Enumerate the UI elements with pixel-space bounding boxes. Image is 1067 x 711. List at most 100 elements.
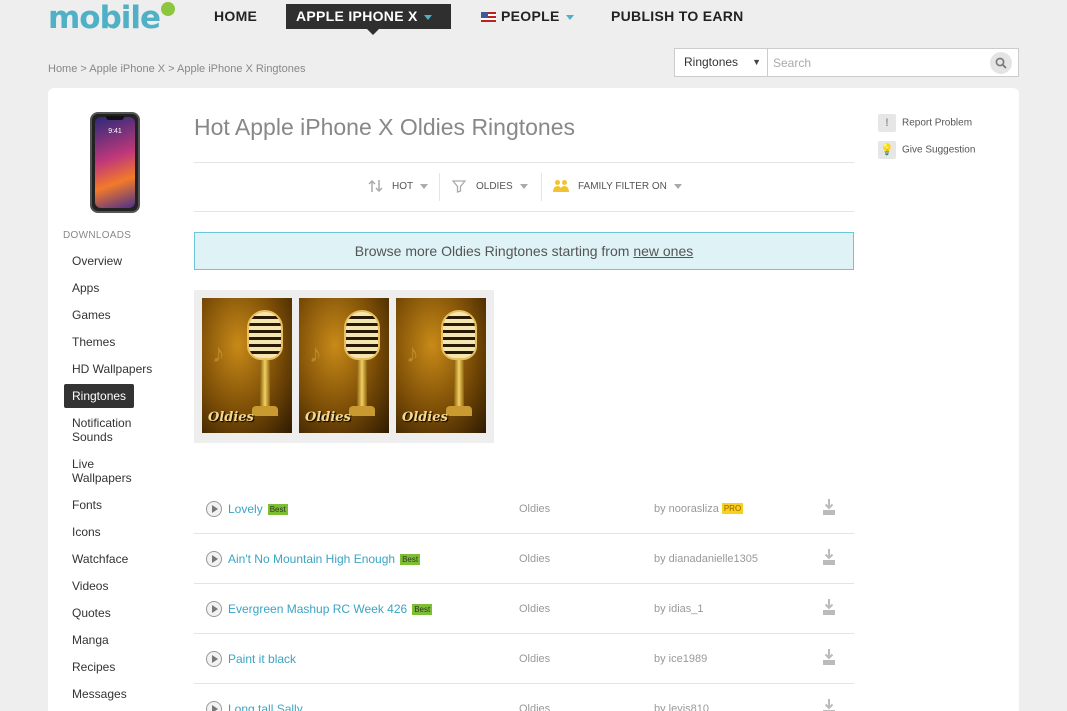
category-filter-label: OLDIES (476, 181, 513, 192)
oldies-thumbnail[interactable]: ♪ Oldies (202, 298, 292, 433)
download-icon[interactable] (822, 548, 836, 566)
sidebar-item-notification-sounds[interactable]: Notification Sounds (64, 416, 154, 444)
ringtone-category[interactable]: Oldies (519, 653, 550, 665)
ringtone-author[interactable]: by dianadanielle1305 (654, 553, 758, 565)
funnel-icon (451, 180, 467, 194)
play-icon[interactable] (206, 601, 222, 617)
active-indicator (367, 29, 379, 35)
sidebar-item-games[interactable]: Games (64, 308, 111, 322)
ringtone-author[interactable]: by levis810 (654, 703, 709, 711)
sort-filter-label: HOT (392, 181, 414, 192)
family-filter-label: FAMILY FILTER ON (578, 181, 667, 192)
page-title: Hot Apple iPhone X Oldies Ringtones (194, 114, 576, 140)
ringtone-row: Evergreen Mashup RC Week 426 Best Oldies … (194, 584, 854, 634)
sort-filter[interactable]: HOT (368, 169, 429, 205)
microphone-icon (344, 310, 380, 360)
ringtone-row: Paint it black Oldies by ice1989 (194, 634, 854, 684)
featured-thumbnails: ♪ Oldies ♪ Oldies ♪ Oldies (194, 290, 494, 443)
ringtone-title-link[interactable]: Lovely Best (228, 502, 288, 516)
sidebar-item-icons[interactable]: Icons (64, 525, 101, 539)
sidebar-item-apps[interactable]: Apps (64, 281, 99, 295)
sidebar-item-fonts[interactable]: Fonts (64, 498, 102, 512)
ringtone-author[interactable]: by ice1989 (654, 653, 707, 665)
sidebar-item-overview[interactable]: Overview (64, 254, 122, 268)
ringtone-list: Lovely Best Oldies by noorasliza PRO Ain't… (194, 484, 854, 711)
play-icon[interactable] (206, 501, 222, 517)
report-problem-button[interactable]: ! Report Problem (878, 114, 972, 132)
nav-publish-to-earn[interactable]: PUBLISH TO EARN (611, 4, 744, 29)
nav-device-dropdown[interactable]: APPLE IPHONE X (286, 4, 451, 35)
chevron-down-icon (420, 183, 429, 189)
thumbnail-label: Oldies (208, 410, 254, 425)
ringtone-title-link[interactable]: Ain't No Mountain High Enough Best (228, 552, 421, 566)
sidebar-item-ringtones[interactable]: Ringtones (64, 384, 135, 408)
ringtone-title-link[interactable]: Paint it black (228, 652, 296, 666)
main-panel: 9:41 DOWNLOADS Overview Apps Games Theme… (48, 88, 1019, 711)
family-icon (553, 180, 569, 193)
ringtone-row: Ain't No Mountain High Enough Best Oldies… (194, 534, 854, 584)
oldies-thumbnail[interactable]: ♪ Oldies (396, 298, 486, 433)
oldies-thumbnail[interactable]: ♪ Oldies (299, 298, 389, 433)
search-category-select[interactable]: Ringtones ▼ (675, 49, 768, 76)
device-screen-time: 9:41 (108, 128, 122, 135)
ringtone-row: Long tall Sally Oldies by levis810 (194, 684, 854, 711)
microphone-icon (247, 310, 283, 360)
download-icon[interactable] (822, 698, 836, 711)
sidebar-item-live-wallpapers[interactable]: Live Wallpapers (64, 457, 144, 485)
divider (194, 211, 854, 212)
give-suggestion-label: Give Suggestion (902, 144, 976, 156)
ringtone-author[interactable]: by noorasliza PRO (654, 503, 744, 515)
sidebar-item-quotes[interactable]: Quotes (64, 606, 111, 620)
nav-people-label: PEOPLE (501, 8, 560, 24)
select-arrow-icon: ▼ (752, 57, 761, 67)
sidebar-item-themes[interactable]: Themes (64, 335, 115, 349)
play-icon[interactable] (206, 701, 222, 711)
ringtone-category[interactable]: Oldies (519, 553, 550, 565)
nav-people-dropdown[interactable]: PEOPLE (481, 4, 574, 29)
ringtone-row: Lovely Best Oldies by noorasliza PRO (194, 484, 854, 534)
ringtone-category[interactable]: Oldies (519, 503, 550, 515)
search-icon (995, 57, 1007, 69)
best-badge: Best (267, 504, 288, 515)
sidebar-item-manga[interactable]: Manga (64, 633, 109, 647)
category-filter[interactable]: OLDIES (451, 169, 528, 205)
download-icon[interactable] (822, 648, 836, 666)
play-icon[interactable] (206, 551, 222, 567)
nav-home[interactable]: HOME (214, 4, 257, 29)
sidebar-item-watchface[interactable]: Watchface (64, 552, 128, 566)
family-filter[interactable]: FAMILY FILTER ON (553, 169, 682, 205)
chevron-down-icon (673, 183, 682, 189)
sidebar-item-recipes[interactable]: Recipes (64, 660, 115, 674)
report-problem-label: Report Problem (902, 117, 973, 129)
best-badge: Best (400, 554, 421, 565)
give-suggestion-button[interactable]: 💡 Give Suggestion (878, 141, 975, 159)
ringtone-title-link[interactable]: Long tall Sally (228, 702, 303, 711)
ringtone-author[interactable]: by idias_1 (654, 603, 704, 615)
ringtone-category[interactable]: Oldies (519, 703, 550, 711)
divider (194, 162, 854, 163)
thumbnail-label: Oldies (305, 410, 351, 425)
breadcrumb[interactable]: Home > Apple iPhone X > Apple iPhone X R… (48, 63, 305, 75)
browse-new-ones-link[interactable]: new ones (633, 243, 693, 259)
sidebar-item-hd-wallpapers[interactable]: HD Wallpapers (64, 362, 152, 376)
ringtone-category[interactable]: Oldies (519, 603, 550, 615)
site-logo[interactable]: mobile (48, 0, 176, 36)
browse-more-text: Browse more Oldies Ringtones starting fr… (354, 243, 630, 259)
play-icon[interactable] (206, 651, 222, 667)
chevron-down-icon (423, 14, 432, 20)
lightbulb-icon: 💡 (878, 141, 896, 159)
search-button[interactable] (990, 52, 1012, 74)
music-note-icon: ♪ (212, 338, 225, 368)
ringtone-title-link[interactable]: Evergreen Mashup RC Week 426 Best (228, 602, 433, 616)
us-flag-icon (481, 12, 496, 22)
sidebar-item-videos[interactable]: Videos (64, 579, 108, 593)
search-input[interactable] (769, 49, 987, 76)
sidebar-item-messages[interactable]: Messages (64, 687, 127, 701)
sort-icon (368, 180, 383, 193)
microphone-icon (441, 310, 477, 360)
music-note-icon: ♪ (309, 338, 322, 368)
download-icon[interactable] (822, 598, 836, 616)
search-bar: Ringtones ▼ (674, 48, 1019, 77)
logo-drop-icon (161, 2, 176, 16)
download-icon[interactable] (822, 498, 836, 516)
